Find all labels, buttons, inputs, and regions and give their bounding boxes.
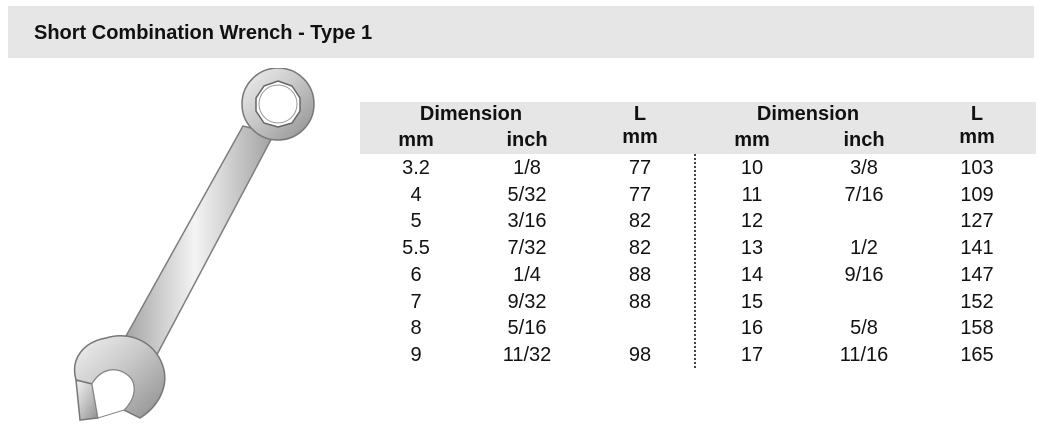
table-cell: 1/2 — [850, 237, 878, 260]
mm-header: mm — [734, 129, 770, 151]
table-cell: 11 — [741, 183, 763, 206]
table-cell: 11/16 — [839, 343, 889, 366]
table-cell: 17 — [740, 343, 764, 366]
table-cell: 141 — [960, 237, 994, 260]
mm-header: mm — [959, 126, 995, 148]
table-cell: 109 — [960, 183, 994, 206]
table-cell: 15 — [740, 290, 764, 313]
table-cell: 5/32 — [507, 183, 547, 206]
table-cell: 13 — [740, 237, 764, 260]
dimension-header: Dimension — [419, 103, 523, 125]
table-cell: 165 — [960, 343, 994, 366]
table-cell: 5/16 — [507, 317, 547, 340]
dimension-table: Dimension L Dimension Lmm inch mm mm inch mm 3.2 1… — [360, 102, 1036, 372]
mm-header: mm — [398, 129, 434, 151]
table-cell: 5 — [410, 210, 422, 233]
table-cell: 152 — [960, 290, 994, 313]
table-cell: 16 — [740, 317, 764, 340]
table-cell: 1/8 — [513, 157, 541, 179]
table-cell: 3/8 — [850, 157, 878, 179]
column-divider — [694, 154, 696, 368]
table-cell: 103 — [960, 157, 994, 179]
table-cell: 9 — [410, 343, 422, 366]
mm-header: mm — [622, 126, 658, 148]
table-cell: 1/4 — [513, 263, 541, 286]
table-cell: 12 — [740, 210, 764, 233]
table-cell: 7/16 — [844, 183, 884, 206]
inch-header: inch — [843, 129, 885, 151]
table-cell: 5/8 — [850, 317, 878, 340]
table-cell: 77 — [628, 157, 652, 179]
dimension-header: Dimension — [756, 103, 860, 125]
table-cell: 14 — [740, 263, 764, 286]
table-cell: 7/32 — [507, 237, 547, 260]
inch-header: inch — [506, 129, 548, 151]
table-cell: 127 — [960, 210, 994, 233]
table-cell: 82 — [628, 210, 652, 233]
table-cell: 77 — [628, 183, 652, 206]
title-bar: Short Combination Wrench - Type 1 — [8, 6, 1034, 58]
table-cell: 3.2 — [402, 157, 430, 179]
table-cell: 6 — [410, 263, 422, 286]
table-cell: 88 — [628, 263, 652, 286]
table-cell: 147 — [960, 263, 994, 286]
table-cell: 10 — [740, 157, 764, 179]
page-title: Short Combination Wrench - Type 1 — [34, 22, 373, 44]
table-cell: 11/32 — [502, 343, 552, 366]
combination-wrench-icon — [73, 68, 315, 421]
table-cell: 7 — [410, 290, 422, 313]
table-cell: 5.5 — [402, 237, 430, 260]
table-cell: 88 — [628, 290, 652, 313]
table-cell: 8 — [410, 317, 422, 340]
table-cell: 9/32 — [507, 290, 547, 313]
table-cell: 158 — [960, 317, 994, 340]
table-cell: 9/16 — [844, 263, 884, 286]
table-cell: 98 — [628, 343, 652, 366]
table-cell: 3/16 — [507, 210, 547, 233]
table-cell: 82 — [628, 237, 652, 260]
length-header: L — [970, 103, 984, 125]
table-cell: 4 — [410, 183, 422, 206]
length-header: L — [633, 103, 647, 125]
